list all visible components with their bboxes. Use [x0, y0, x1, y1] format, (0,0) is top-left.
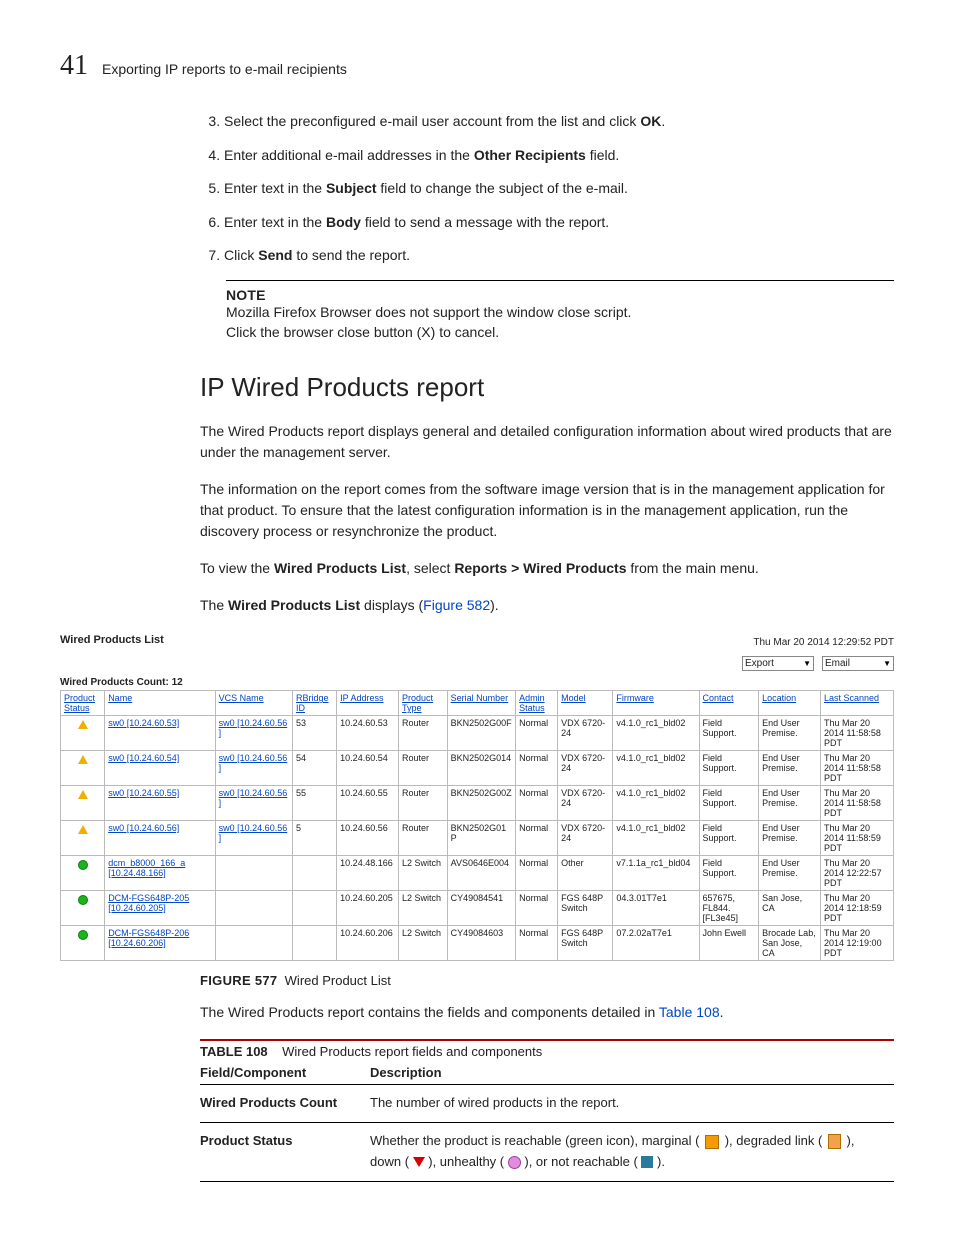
para-4: The Wired Products List displays (Figure… — [200, 595, 894, 616]
t108-desc-1: The number of wired products in the repo… — [370, 1085, 894, 1123]
product-name-link[interactable]: sw0 [10.24.60.54] — [108, 753, 179, 763]
t108-field-2: Product Status — [200, 1122, 370, 1181]
degraded-link-icon — [828, 1134, 841, 1149]
warning-icon — [78, 720, 88, 729]
not-reachable-icon — [641, 1156, 653, 1168]
table-header[interactable]: Last Scanned — [821, 691, 894, 716]
step-list: Select the preconfigured e-mail user acc… — [200, 112, 894, 266]
table-header[interactable]: Serial Number — [447, 691, 515, 716]
product-name-link[interactable]: sw0 [10.24.60.53] — [108, 718, 179, 728]
wired-products-report: Wired Products List Thu Mar 20 2014 12:2… — [60, 634, 894, 961]
wired-products-table: Product StatusNameVCS NameRBridge IDIP A… — [60, 690, 894, 961]
ok-icon — [78, 895, 88, 905]
warning-icon — [78, 825, 88, 834]
header-title: Exporting IP reports to e-mail recipient… — [102, 61, 347, 77]
t108-field-1: Wired Products Count — [200, 1085, 370, 1123]
product-name-link[interactable]: sw0 [10.24.60.56] — [108, 823, 179, 833]
chevron-down-icon: ▼ — [803, 659, 811, 668]
main-content: Select the preconfigured e-mail user acc… — [200, 112, 894, 616]
product-name-link[interactable]: dcm_b8000_166_a [10.24.48.166] — [108, 858, 185, 878]
table-108: Field/Component Description Wired Produc… — [200, 1061, 894, 1181]
figure-caption: FIGURE 577 Wired Product List — [200, 973, 894, 988]
wired-products-count: Wired Products Count: 12 — [60, 677, 894, 688]
warning-icon — [78, 790, 88, 799]
table-header[interactable]: Contact — [699, 691, 759, 716]
table-header[interactable]: Name — [105, 691, 215, 716]
step-item: Enter text in the Subject field to chang… — [224, 179, 894, 199]
para-2: The information on the report comes from… — [200, 479, 894, 542]
section-heading: IP Wired Products report — [200, 372, 894, 403]
table-row: sw0 [10.24.60.55]sw0 [10.24.60.56 ]5510.… — [61, 786, 894, 821]
table-header[interactable]: RBridge ID — [292, 691, 336, 716]
table-header[interactable]: Admin Status — [516, 691, 558, 716]
table-row: DCM-FGS648P-205 [10.24.60.205]10.24.60.2… — [61, 891, 894, 926]
note-label: NOTE — [226, 287, 894, 303]
t108-header-field: Field/Component — [200, 1061, 370, 1085]
table-row: sw0 [10.24.60.53]sw0 [10.24.60.56 ]5310.… — [61, 716, 894, 751]
note-text-1: Mozilla Firefox Browser does not support… — [226, 303, 894, 323]
table-row: dcm_b8000_166_a [10.24.48.166]10.24.48.1… — [61, 856, 894, 891]
table-header[interactable]: IP Address — [337, 691, 399, 716]
table-header[interactable]: VCS Name — [215, 691, 292, 716]
export-dropdown[interactable]: Export ▼ — [742, 656, 814, 671]
product-name-link[interactable]: DCM-FGS648P-205 [10.24.60.205] — [108, 893, 189, 913]
page-number: 41 — [60, 50, 88, 82]
report-timestamp: Thu Mar 20 2014 12:29:52 PDT — [753, 637, 894, 648]
page-header: 41 Exporting IP reports to e-mail recipi… — [60, 50, 894, 82]
t108-desc-2: Whether the product is reachable (green … — [370, 1122, 894, 1181]
ok-icon — [78, 930, 88, 940]
table-header[interactable]: Firmware — [613, 691, 699, 716]
table-header[interactable]: Model — [558, 691, 613, 716]
table-row: DCM-FGS648P-206 [10.24.60.206]10.24.60.2… — [61, 926, 894, 961]
vcs-link[interactable]: sw0 [10.24.60.56 ] — [219, 718, 288, 738]
chevron-down-icon: ▼ — [883, 659, 891, 668]
step-item: Enter text in the Body field to send a m… — [224, 213, 894, 233]
table-caption: TABLE 108 Wired Products report fields a… — [200, 1039, 894, 1059]
figure-link[interactable]: Figure 582 — [423, 597, 490, 613]
vcs-link[interactable]: sw0 [10.24.60.56 ] — [219, 753, 288, 773]
step-item: Enter additional e-mail addresses in the… — [224, 146, 894, 166]
report-title: Wired Products List — [60, 634, 164, 646]
marginal-icon — [705, 1135, 719, 1149]
product-name-link[interactable]: DCM-FGS648P-206 [10.24.60.206] — [108, 928, 189, 948]
table-link[interactable]: Table 108 — [659, 1004, 720, 1020]
table-header[interactable]: Location — [759, 691, 821, 716]
email-dropdown[interactable]: Email ▼ — [822, 656, 894, 671]
warning-icon — [78, 755, 88, 764]
down-icon — [413, 1157, 425, 1167]
step-item: Click Send to send the report. — [224, 246, 894, 266]
table-row: sw0 [10.24.60.54]sw0 [10.24.60.56 ]5410.… — [61, 751, 894, 786]
step-item: Select the preconfigured e-mail user acc… — [224, 112, 894, 132]
vcs-link[interactable]: sw0 [10.24.60.56 ] — [219, 788, 288, 808]
table-row: sw0 [10.24.60.56]sw0 [10.24.60.56 ]510.2… — [61, 821, 894, 856]
unhealthy-icon — [508, 1156, 521, 1169]
para-1: The Wired Products report displays gener… — [200, 421, 894, 463]
para-3: To view the Wired Products List, select … — [200, 558, 894, 579]
table-header[interactable]: Product Type — [399, 691, 448, 716]
note-block: NOTE Mozilla Firefox Browser does not su… — [226, 280, 894, 342]
vcs-link[interactable]: sw0 [10.24.60.56 ] — [219, 823, 288, 843]
para-5: The Wired Products report contains the f… — [200, 1002, 894, 1023]
product-name-link[interactable]: sw0 [10.24.60.55] — [108, 788, 179, 798]
note-text-2: Click the browser close button (X) to ca… — [226, 323, 894, 343]
table-header[interactable]: Product Status — [61, 691, 105, 716]
t108-header-desc: Description — [370, 1061, 894, 1085]
ok-icon — [78, 860, 88, 870]
